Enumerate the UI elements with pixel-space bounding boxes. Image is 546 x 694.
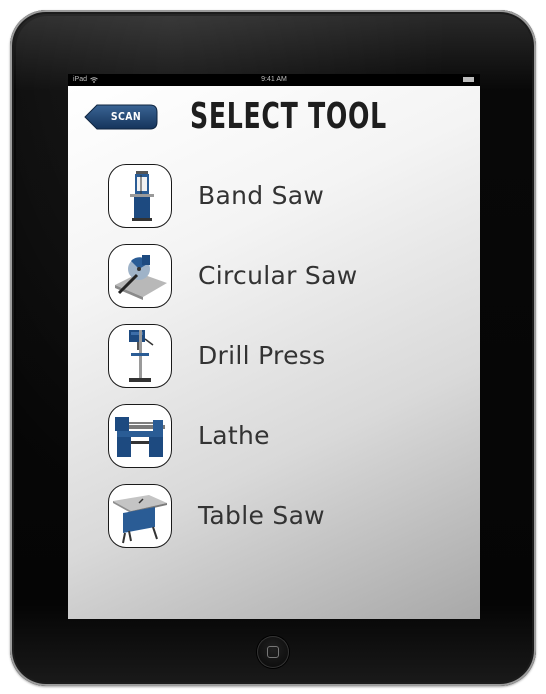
circular-saw-icon: [115, 255, 167, 300]
status-time: 9:41 AM: [261, 76, 287, 83]
table-saw-icon: [113, 495, 167, 544]
tool-item-drill-press[interactable]: Drill Press: [108, 324, 438, 390]
tool-list: Band Saw Circular Saw Drill Press Lathe …: [68, 86, 480, 619]
battery-icon: [463, 77, 474, 82]
drill-press-icon: [129, 330, 154, 382]
tool-item-lathe[interactable]: Lathe: [108, 404, 438, 470]
select-tool-view: SCAN SELECT TOOL Band Saw Circular Saw D…: [68, 86, 480, 619]
tool-thumbnail: [108, 484, 172, 548]
band-saw-icon: [130, 171, 154, 221]
tool-label: Table Saw: [198, 501, 325, 530]
tool-item-band-saw[interactable]: Band Saw: [108, 164, 438, 230]
tool-thumbnail: [108, 404, 172, 468]
tool-thumbnail: [108, 244, 172, 308]
home-square-icon: [267, 646, 279, 658]
tool-label: Circular Saw: [198, 261, 358, 290]
tool-thumbnail: [108, 324, 172, 388]
tool-label: Lathe: [198, 421, 270, 450]
screen: iPad 9:41 AM SCAN SELECT TOOL Band Saw C…: [68, 74, 480, 619]
tool-item-table-saw[interactable]: Table Saw: [108, 484, 438, 550]
tool-label: Drill Press: [198, 341, 326, 370]
lathe-icon: [115, 417, 165, 457]
tool-item-circular-saw[interactable]: Circular Saw: [108, 244, 438, 310]
tool-label: Band Saw: [198, 181, 325, 210]
tool-thumbnail: [108, 164, 172, 228]
home-button[interactable]: [257, 636, 289, 668]
status-bar: iPad 9:41 AM: [68, 74, 480, 86]
